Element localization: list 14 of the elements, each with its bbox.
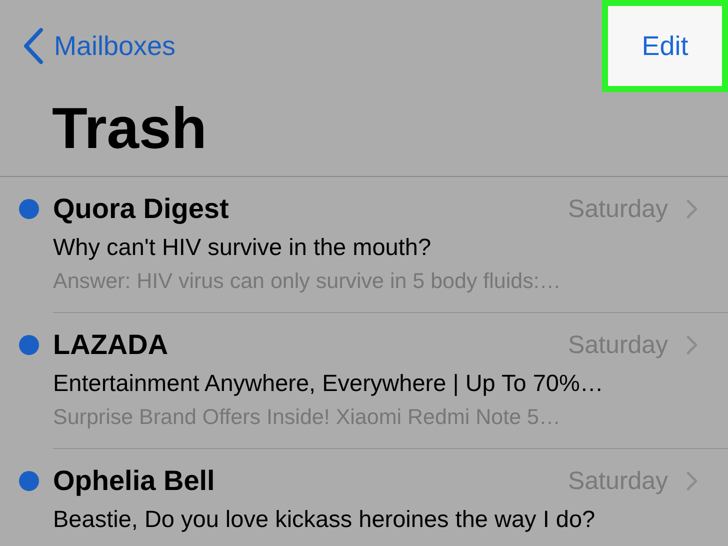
message-subject: Beastie, Do you love kickass heroines the way I do? bbox=[53, 505, 596, 534]
message-subject: Entertainment Anywhere, Everywhere | Up To 70%… bbox=[53, 369, 604, 398]
back-link[interactable]: Mailboxes bbox=[0, 27, 176, 65]
message-subject: Why can't HIV survive in the mouth? bbox=[53, 233, 432, 262]
sender-name: LAZADA bbox=[53, 329, 170, 361]
mailbox-title: Trash bbox=[51, 95, 208, 163]
back-label[interactable]: Mailboxes bbox=[54, 30, 176, 62]
chevron-icon bbox=[686, 471, 698, 491]
chevron-icon bbox=[686, 199, 698, 219]
edit-button[interactable]: Edit bbox=[602, 0, 728, 92]
sender-name: Ophelia Bell bbox=[53, 465, 216, 497]
sender-name: Quora Digest bbox=[53, 193, 230, 225]
chevron-icon bbox=[686, 335, 698, 355]
back-chevron-icon bbox=[22, 27, 44, 65]
